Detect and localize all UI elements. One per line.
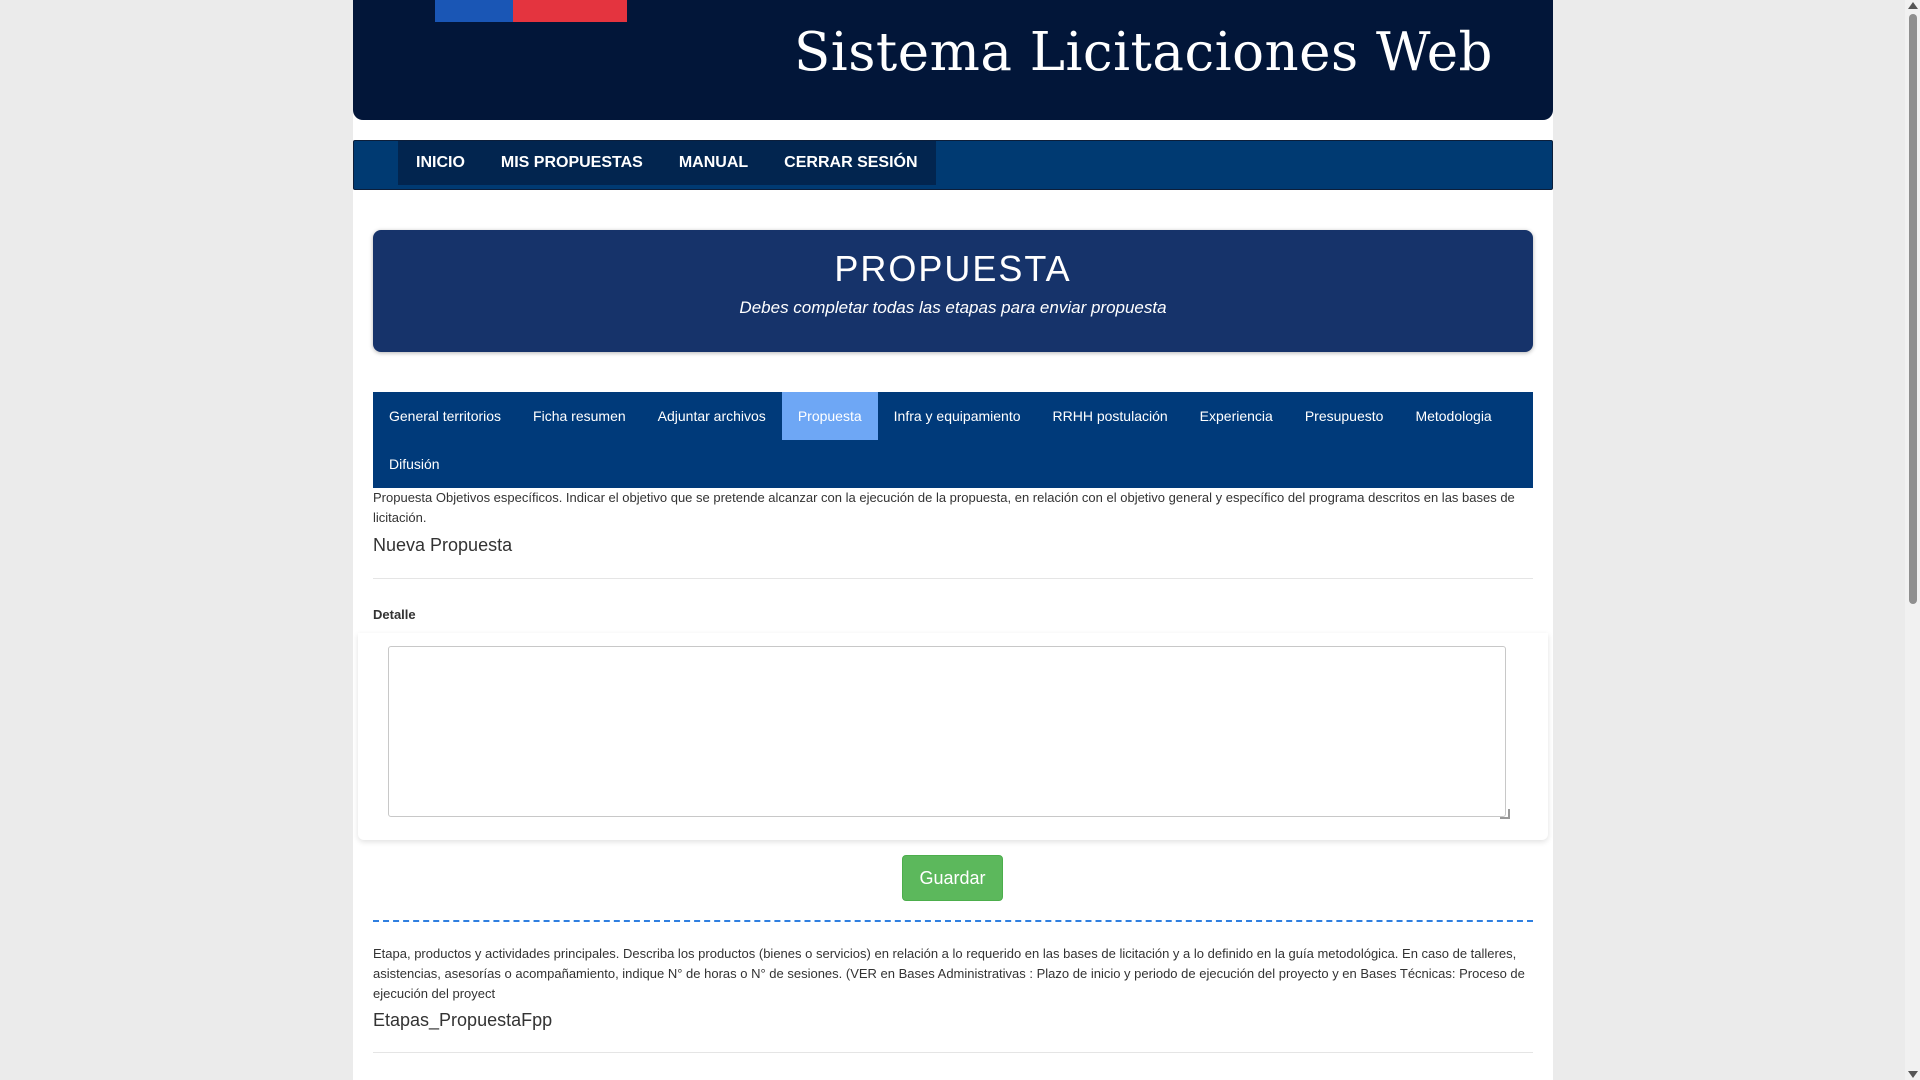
section-divider-dashed [373, 920, 1533, 922]
resize-handle-icon[interactable] [1500, 809, 1510, 819]
tab-ficha-resumen[interactable]: Ficha resumen [517, 392, 642, 440]
nav-item-manual[interactable]: MANUAL [661, 141, 766, 185]
tab-propuesta[interactable]: Propuesta [781, 392, 878, 440]
scroll-thumb[interactable] [1909, 14, 1917, 604]
section-title-nueva-propuesta: Nueva Propuesta [373, 535, 513, 555]
tab-row-1: General territorios Ficha resumen Adjunt… [373, 392, 1533, 440]
scroll-down-icon[interactable] [1908, 1071, 1918, 1078]
nav-item-inicio[interactable]: INICIO [398, 141, 483, 185]
save-button[interactable]: Guardar [902, 855, 1003, 901]
scroll-up-icon[interactable] [1908, 2, 1918, 9]
page-hero: PROPUESTA Debes completar todas las etap… [373, 230, 1533, 352]
tab-general-territorios[interactable]: General territorios [373, 392, 517, 440]
tab-rrhh-postulacion[interactable]: RRHH postulación [1037, 392, 1184, 440]
flag-blue-stripe [435, 0, 513, 22]
vertical-scrollbar[interactable] [1905, 0, 1920, 1080]
tab-difusion[interactable]: Difusión [373, 440, 456, 488]
tab-experiencia[interactable]: Experiencia [1184, 392, 1289, 440]
nav-menu: INICIO MIS PROPUESTAS MANUAL CERRAR SESI… [398, 141, 936, 185]
tab-row-2: Difusión [373, 440, 1533, 488]
page-title: PROPUESTA [834, 248, 1072, 289]
tab-metodologia[interactable]: Metodologia [1399, 392, 1507, 440]
main-navbar: INICIO MIS PROPUESTAS MANUAL CERRAR SESI… [353, 140, 1553, 190]
tab-adjuntar-archivos[interactable]: Adjuntar archivos [642, 392, 782, 440]
tab-infra-equipamiento[interactable]: Infra y equipamiento [878, 392, 1037, 440]
section-description-etapas: Etapa, productos y actividades principal… [373, 946, 1525, 1001]
stage-tabs: General territorios Ficha resumen Adjunt… [373, 392, 1533, 488]
divider [373, 578, 1533, 579]
nav-item-cerrar-sesion[interactable]: CERRAR SESIÓN [766, 141, 935, 185]
page-subtitle: Debes completar todas las etapas para en… [739, 298, 1167, 317]
section-description-propuesta: Propuesta Objetivos específicos. Indicar… [373, 490, 1515, 525]
flag-red-stripe [513, 0, 627, 22]
tab-presupuesto[interactable]: Presupuesto [1289, 392, 1400, 440]
divider [373, 1052, 1533, 1053]
nav-item-mis-propuestas[interactable]: MIS PROPUESTAS [483, 141, 661, 185]
site-title: Sistema Licitaciones Web [793, 22, 1493, 83]
section-title-etapas: Etapas_PropuestaFpp [373, 1010, 553, 1030]
page-container: Sistema Licitaciones Web INICIO MIS PROP… [353, 0, 1553, 1080]
detalle-textarea[interactable] [388, 646, 1506, 817]
header-banner: Sistema Licitaciones Web [353, 0, 1553, 120]
detalle-label: Detalle [373, 607, 416, 622]
